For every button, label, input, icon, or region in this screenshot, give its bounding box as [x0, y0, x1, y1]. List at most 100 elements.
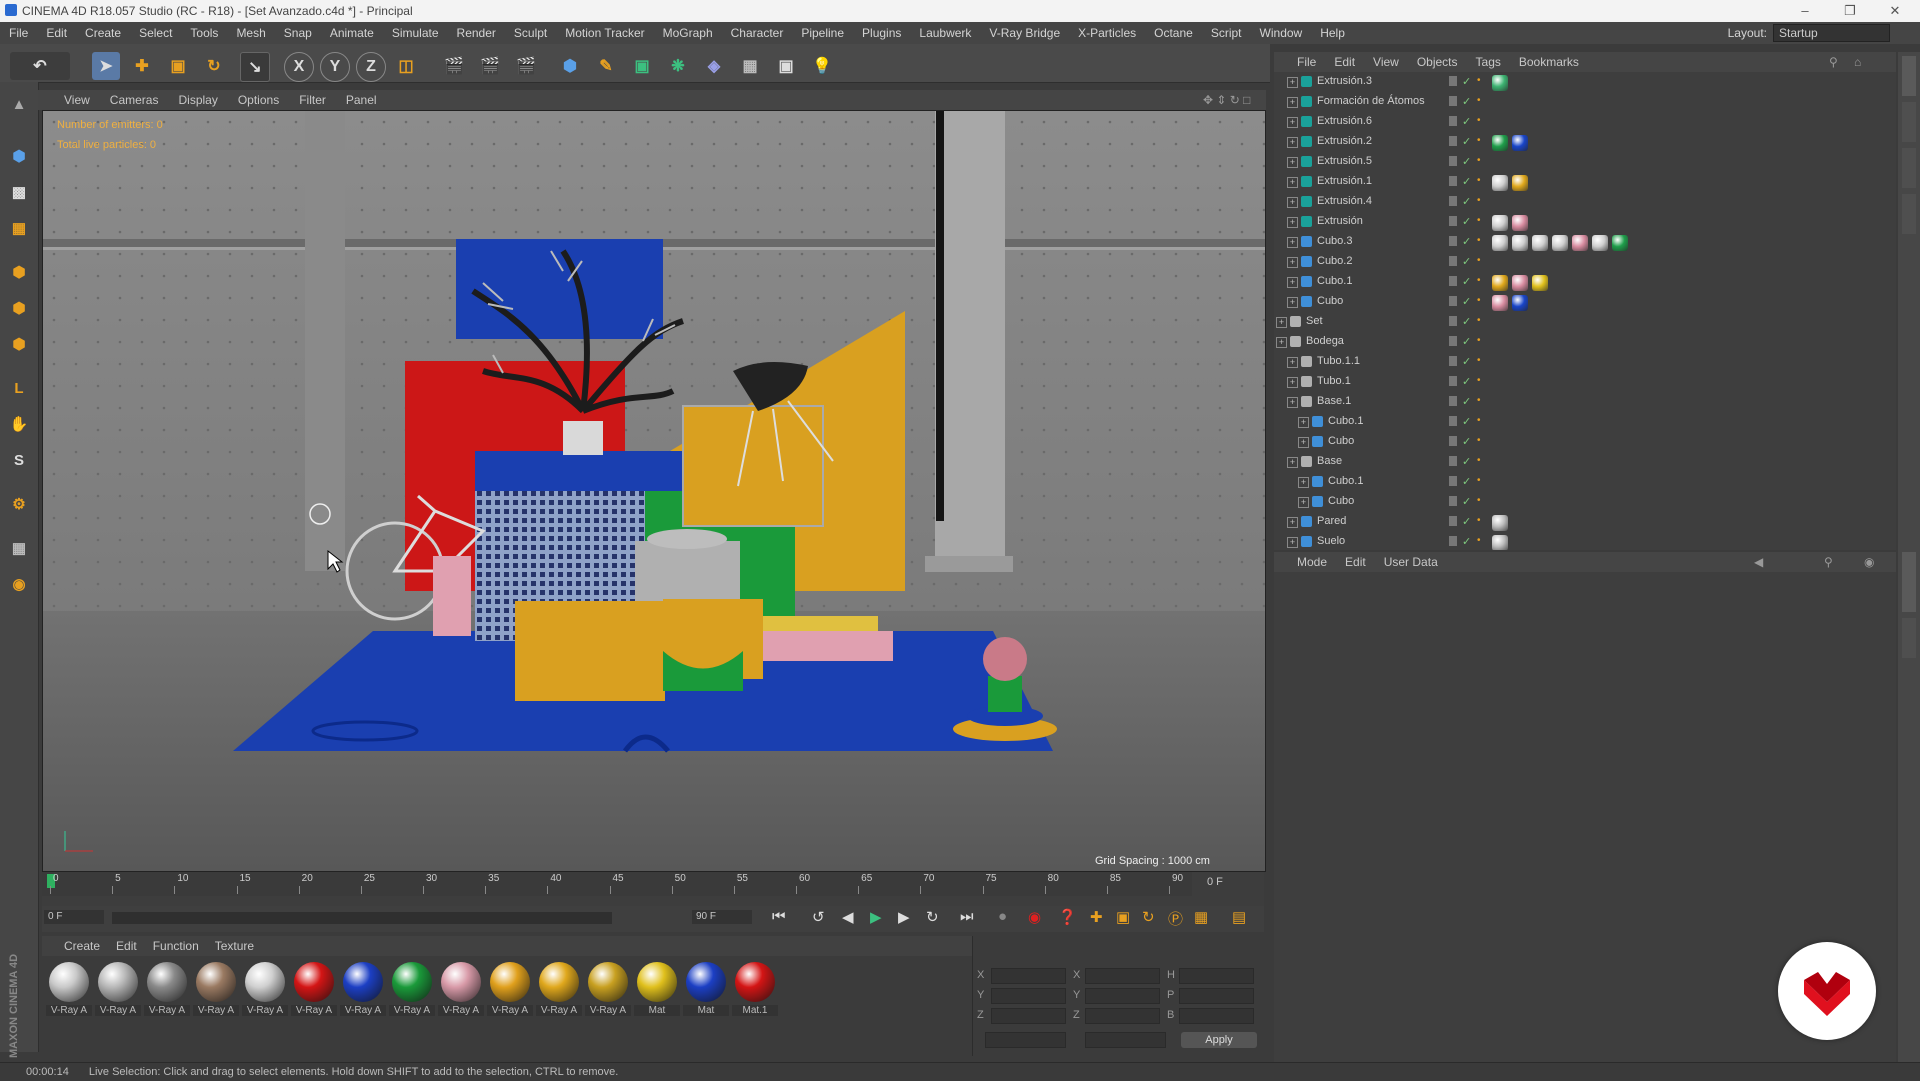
object-name[interactable]: Extrusión.4 — [1317, 195, 1372, 207]
cube-primitive-icon[interactable]: ⬢ — [556, 52, 584, 80]
frame-range-slider[interactable] — [112, 912, 612, 924]
material-swatch[interactable]: V-Ray A — [487, 960, 533, 1016]
timeline-ruler[interactable]: 0 5 10 15 20 25 30 35 40 45 50 55 60 65 70 75 80 85 90 — [42, 872, 1192, 896]
viewport-menu-view[interactable]: View — [54, 93, 100, 107]
next-key-icon[interactable]: ↻ — [926, 908, 939, 926]
layer-flag-icon[interactable] — [1449, 136, 1457, 146]
object-row[interactable]: + Extrusión ✓ • — [1274, 212, 1896, 232]
minimize-icon[interactable]: – — [1785, 0, 1825, 22]
close-icon[interactable]: ✕ — [1875, 0, 1915, 22]
object-row[interactable]: + Formación de Átomos ✓ • — [1274, 92, 1896, 112]
material-swatch[interactable]: V-Ray A — [389, 960, 435, 1016]
material-tag-icon[interactable] — [1492, 275, 1508, 291]
enabled-check-icon[interactable]: ✓ — [1462, 515, 1471, 528]
layer-flag-icon[interactable] — [1449, 176, 1457, 186]
key-rotation-icon[interactable]: ↻ — [1142, 908, 1155, 926]
attribute-back-icon[interactable]: ◀ — [1754, 555, 1763, 569]
size-mode-dropdown[interactable] — [1085, 1032, 1166, 1048]
expand-icon[interactable]: + — [1287, 457, 1298, 468]
expand-icon[interactable]: + — [1298, 497, 1309, 508]
expand-icon[interactable]: + — [1287, 157, 1298, 168]
material-tag-icon[interactable] — [1532, 275, 1548, 291]
y-axis-icon[interactable]: Y — [320, 52, 350, 82]
expand-icon[interactable]: + — [1287, 137, 1298, 148]
object-name[interactable]: Cubo.2 — [1317, 255, 1352, 267]
enabled-check-icon[interactable]: ✓ — [1462, 475, 1471, 488]
material-tag-icon[interactable] — [1492, 235, 1508, 251]
model-mode-icon[interactable]: ⬢ — [5, 142, 33, 170]
live-selection-icon[interactable]: ➤ — [92, 52, 120, 80]
object-name[interactable]: Cubo.1 — [1317, 275, 1352, 287]
object-name[interactable]: Extrusión — [1317, 215, 1363, 227]
enabled-check-icon[interactable]: ✓ — [1462, 355, 1471, 368]
object-row[interactable]: + Extrusión.3 ✓ • — [1274, 72, 1896, 92]
structure-side-tab[interactable] — [1902, 194, 1916, 234]
material-menu-edit[interactable]: Edit — [108, 939, 145, 953]
object-row[interactable]: + Extrusión.5 ✓ • — [1274, 152, 1896, 172]
menu-mograph[interactable]: MoGraph — [654, 26, 722, 40]
size-y-field[interactable] — [1085, 988, 1160, 1004]
floor-icon[interactable]: ▦ — [736, 52, 764, 80]
menu-simulate[interactable]: Simulate — [383, 26, 448, 40]
menu-plugins[interactable]: Plugins — [853, 26, 910, 40]
key-scale-icon[interactable]: ▣ — [1116, 908, 1130, 926]
object-row[interactable]: + Cubo ✓ • — [1274, 492, 1896, 512]
attribute-menu-user-data[interactable]: User Data — [1375, 555, 1447, 569]
layer-flag-icon[interactable] — [1449, 356, 1457, 366]
menu-tools[interactable]: Tools — [181, 26, 227, 40]
expand-icon[interactable]: + — [1287, 297, 1298, 308]
phong-tag-icon[interactable]: • — [1477, 295, 1481, 306]
phong-tag-icon[interactable]: • — [1477, 255, 1481, 266]
content-browser-side-tab[interactable] — [1902, 148, 1916, 188]
texture-mode-icon[interactable]: ▩ — [5, 178, 33, 206]
menu-snap[interactable]: Snap — [275, 26, 321, 40]
menu-octane[interactable]: Octane — [1145, 26, 1202, 40]
layer-flag-icon[interactable] — [1449, 296, 1457, 306]
menu-help[interactable]: Help — [1311, 26, 1354, 40]
material-tag-icon[interactable] — [1552, 235, 1568, 251]
expand-icon[interactable]: + — [1287, 357, 1298, 368]
material-swatch[interactable]: Mat — [683, 960, 729, 1016]
rotate-icon[interactable]: ↻ — [200, 52, 228, 80]
menu-laubwerk[interactable]: Laubwerk — [910, 26, 980, 40]
object-row[interactable]: + Cubo.1 ✓ • — [1274, 272, 1896, 292]
planar-workplane-icon[interactable]: ▦ — [5, 534, 33, 562]
attribute-lock-icon[interactable]: ◉ — [1864, 555, 1874, 569]
object-row[interactable]: + Tubo.1.1 ✓ • — [1274, 352, 1896, 372]
object-row[interactable]: + Pared ✓ • — [1274, 512, 1896, 532]
recent-tool-icon[interactable]: ↘ — [240, 52, 270, 82]
enabled-check-icon[interactable]: ✓ — [1462, 495, 1471, 508]
menu-animate[interactable]: Animate — [321, 26, 383, 40]
phong-tag-icon[interactable]: • — [1477, 215, 1481, 226]
material-swatch[interactable]: V-Ray A — [536, 960, 582, 1016]
menu-sculpt[interactable]: Sculpt — [505, 26, 556, 40]
expand-icon[interactable]: + — [1298, 477, 1309, 488]
layer-flag-icon[interactable] — [1449, 336, 1457, 346]
material-tag-icon[interactable] — [1492, 295, 1508, 311]
current-frame-field[interactable]: 0 F — [44, 910, 104, 924]
layer-flag-icon[interactable] — [1449, 216, 1457, 226]
material-tag-icon[interactable] — [1572, 235, 1588, 251]
menu-select[interactable]: Select — [130, 26, 181, 40]
phong-tag-icon[interactable]: • — [1477, 315, 1481, 326]
enabled-check-icon[interactable]: ✓ — [1462, 275, 1471, 288]
phong-tag-icon[interactable]: • — [1477, 535, 1481, 546]
object-row[interactable]: + Cubo.1 ✓ • — [1274, 472, 1896, 492]
phong-tag-icon[interactable]: • — [1477, 355, 1481, 366]
size-z-field[interactable] — [1085, 1008, 1160, 1024]
menu-character[interactable]: Character — [722, 26, 793, 40]
solo-icon[interactable]: ◉ — [5, 570, 33, 598]
object-name[interactable]: Cubo — [1317, 295, 1343, 307]
material-tag-icon[interactable] — [1512, 135, 1528, 151]
enabled-check-icon[interactable]: ✓ — [1462, 75, 1471, 88]
enabled-check-icon[interactable]: ✓ — [1462, 455, 1471, 468]
position-x-field[interactable] — [991, 968, 1066, 984]
phong-tag-icon[interactable]: • — [1477, 195, 1481, 206]
size-x-field[interactable] — [1085, 968, 1160, 984]
material-swatch[interactable]: V-Ray A — [144, 960, 190, 1016]
layer-flag-icon[interactable] — [1449, 516, 1457, 526]
object-menu-edit[interactable]: Edit — [1325, 55, 1364, 69]
edges-mode-icon[interactable]: ⬢ — [5, 294, 33, 322]
expand-icon[interactable]: + — [1287, 397, 1298, 408]
rot-h-field[interactable] — [1179, 968, 1254, 984]
